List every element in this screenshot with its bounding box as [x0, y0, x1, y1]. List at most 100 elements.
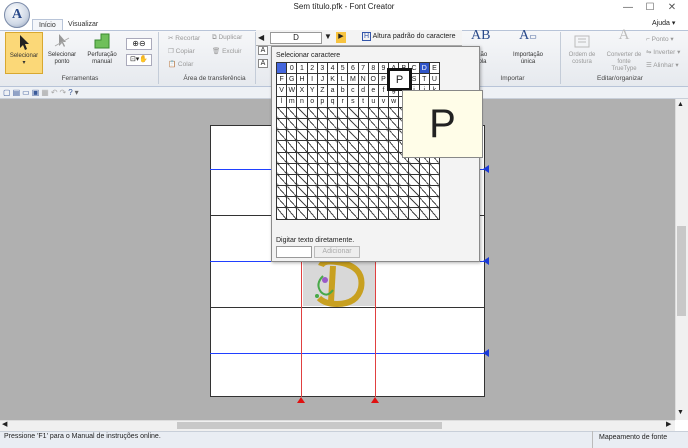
delete-button[interactable]: 🗑 Excluir — [212, 47, 242, 55]
empty-char-cell[interactable] — [377, 162, 390, 175]
redo-icon[interactable]: ↷ — [60, 88, 69, 97]
save-icon[interactable]: ▣ — [32, 88, 42, 97]
empty-char-cell[interactable] — [326, 207, 339, 220]
empty-char-cell[interactable] — [306, 151, 318, 164]
char-cell[interactable]: u — [367, 95, 379, 108]
empty-char-cell[interactable] — [316, 173, 328, 187]
empty-char-cell[interactable] — [316, 196, 328, 209]
char-cell[interactable]: F — [275, 73, 288, 86]
char-cell[interactable]: m — [286, 95, 298, 108]
default-height-button[interactable]: H Altura padrão do caractere — [362, 32, 456, 41]
customize-icon[interactable]: ▾ — [75, 88, 81, 97]
empty-char-cell[interactable] — [408, 173, 420, 187]
empty-char-cell[interactable] — [275, 106, 288, 119]
empty-char-cell[interactable] — [286, 117, 298, 131]
convert-truetype-button[interactable]: A Converter de fonte TrueType — [604, 28, 644, 74]
empty-char-cell[interactable] — [286, 207, 298, 220]
empty-char-cell[interactable] — [286, 106, 298, 119]
empty-char-cell[interactable] — [326, 151, 339, 164]
empty-char-cell[interactable] — [316, 129, 328, 142]
empty-char-cell[interactable] — [296, 151, 308, 164]
empty-char-cell[interactable] — [306, 162, 318, 175]
empty-char-cell[interactable] — [408, 207, 420, 220]
add-button[interactable]: Adicionar — [314, 246, 360, 258]
char-cell[interactable]: Y — [306, 84, 318, 97]
empty-char-cell[interactable] — [428, 207, 441, 220]
empty-char-cell[interactable] — [357, 196, 369, 209]
char-cell[interactable]: t — [357, 95, 369, 108]
empty-char-cell[interactable] — [408, 185, 420, 198]
empty-char-cell[interactable] — [286, 196, 298, 209]
empty-char-cell[interactable] — [337, 162, 349, 175]
empty-char-cell[interactable] — [418, 185, 430, 198]
empty-char-cell[interactable] — [326, 173, 339, 187]
char-cell[interactable]: o — [306, 95, 318, 108]
select-button[interactable]: Selecionar ▾ — [5, 32, 43, 74]
empty-char-cell[interactable] — [296, 196, 308, 209]
empty-char-cell[interactable] — [337, 129, 349, 142]
app-menu-button[interactable]: A — [4, 2, 30, 28]
empty-char-cell[interactable] — [326, 129, 339, 142]
hovered-char-cell[interactable]: P — [387, 68, 412, 91]
char-selector-dropdown[interactable]: D — [270, 32, 322, 44]
right-width-handle[interactable] — [371, 397, 379, 403]
empty-char-cell[interactable] — [306, 117, 318, 131]
empty-char-cell[interactable] — [398, 185, 410, 198]
empty-char-cell[interactable] — [326, 162, 339, 175]
char-cell[interactable]: 2 — [306, 61, 318, 75]
empty-char-cell[interactable] — [296, 173, 308, 187]
empty-char-cell[interactable] — [326, 196, 339, 209]
empty-char-cell[interactable] — [347, 117, 359, 131]
empty-char-cell[interactable] — [388, 106, 400, 119]
close-button[interactable]: ✕ — [662, 2, 682, 13]
empty-char-cell[interactable] — [296, 129, 308, 142]
empty-char-cell[interactable] — [428, 162, 441, 175]
horizontal-scroll-thumb[interactable] — [177, 422, 442, 429]
empty-char-cell[interactable] — [357, 106, 369, 119]
empty-char-cell[interactable] — [428, 173, 441, 187]
empty-char-cell[interactable] — [326, 117, 339, 131]
empty-char-cell[interactable] — [367, 117, 379, 131]
scroll-down-icon[interactable]: ▼ — [677, 409, 684, 416]
empty-char-cell[interactable] — [286, 129, 298, 142]
empty-char-cell[interactable] — [306, 196, 318, 209]
empty-char-cell[interactable] — [388, 151, 400, 164]
baseline-handle[interactable] — [483, 165, 489, 173]
empty-char-cell[interactable] — [337, 151, 349, 164]
empty-char-cell[interactable] — [337, 140, 349, 153]
empty-char-cell[interactable] — [388, 207, 400, 220]
empty-char-cell[interactable] — [275, 117, 288, 131]
empty-char-cell[interactable] — [296, 106, 308, 119]
empty-char-cell[interactable] — [347, 173, 359, 187]
open-folder-icon[interactable]: ▭ — [22, 88, 32, 97]
empty-char-cell[interactable] — [428, 185, 441, 198]
char-cell[interactable]: 8 — [367, 61, 379, 75]
empty-char-cell[interactable] — [357, 151, 369, 164]
empty-char-cell[interactable] — [337, 117, 349, 131]
empty-char-cell[interactable] — [316, 162, 328, 175]
duplicate-button[interactable]: ⧉ Duplicar — [212, 34, 242, 42]
empty-char-cell[interactable] — [347, 207, 359, 220]
char-cell[interactable]: H — [296, 73, 308, 86]
empty-char-cell[interactable] — [306, 106, 318, 119]
char-cell[interactable]: K — [326, 73, 339, 86]
empty-char-cell[interactable] — [367, 106, 379, 119]
char-cell[interactable]: D — [418, 61, 430, 75]
ornamental-glyph-d[interactable] — [303, 258, 375, 308]
char-cell[interactable]: 5 — [337, 61, 349, 75]
invert-menu[interactable]: ⇋ Inverter ▾ — [646, 48, 680, 56]
empty-char-cell[interactable] — [337, 207, 349, 220]
char-cell[interactable]: W — [286, 84, 298, 97]
char-cell[interactable]: X — [296, 84, 308, 97]
print-icon[interactable]: ▦ — [41, 88, 51, 97]
empty-char-cell[interactable] — [296, 162, 308, 175]
char-cell[interactable]: J — [316, 73, 328, 86]
empty-char-cell[interactable] — [275, 162, 288, 175]
sew-order-button[interactable]: Ordem de costura — [562, 32, 602, 74]
empty-char-cell[interactable] — [306, 207, 318, 220]
empty-char-cell[interactable] — [286, 140, 298, 153]
zoom-fit-button[interactable]: ⊡▾✋ — [126, 54, 152, 66]
new-file-icon[interactable]: ▢ — [3, 88, 13, 97]
open-template-icon[interactable]: ▤ — [13, 88, 23, 97]
char-cell[interactable]: r — [337, 95, 349, 108]
